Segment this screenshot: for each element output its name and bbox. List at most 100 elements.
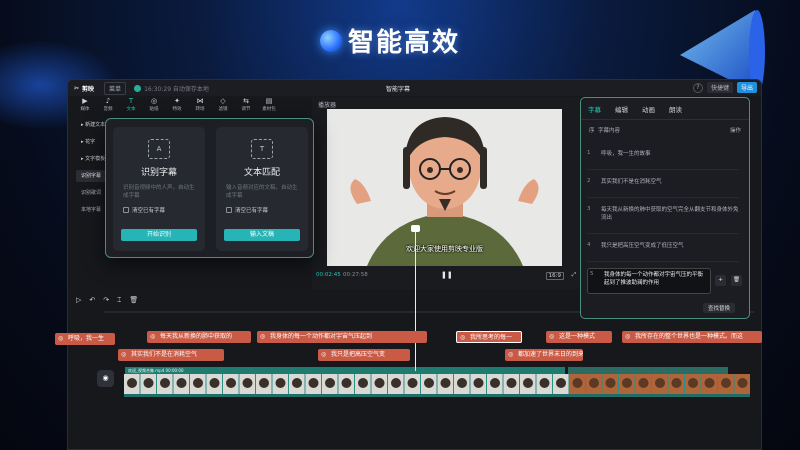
title-bar: ✂ 剪映 菜单 16:30:29 自动保存本地 智能字幕 ? 快捷键 导出 bbox=[68, 80, 761, 96]
menu-button[interactable]: 菜单 bbox=[104, 81, 127, 95]
content-header: 字幕内容 bbox=[598, 128, 621, 134]
redo-icon[interactable]: ↷ bbox=[103, 296, 109, 305]
thumbnail-face bbox=[176, 378, 187, 388]
tab-edit[interactable]: 编辑 bbox=[615, 104, 628, 114]
subtitle-chip[interactable]: 我只是把高压空气变 bbox=[318, 349, 410, 361]
thumbnail-face bbox=[638, 378, 649, 388]
timeline-toolbar: ▷ ↶ ↷ ⌶ 🗑 bbox=[76, 296, 138, 305]
input-script-button[interactable]: 输入文稿 bbox=[224, 229, 300, 241]
subtitle-row[interactable]: 1 呼吸，我一生的故事 bbox=[587, 150, 739, 170]
split-icon[interactable]: ⌶ bbox=[117, 296, 121, 305]
tab-subtitles[interactable]: 字幕 bbox=[588, 104, 601, 114]
card-description: 识别音视频中的人声，自动生成字幕 bbox=[123, 185, 195, 199]
thumbnail-face bbox=[275, 378, 286, 388]
clear-existing-checkbox[interactable]: 清空已有字幕 bbox=[123, 206, 205, 214]
material-pack-icon: ▤ bbox=[265, 97, 273, 105]
thumbnail-face bbox=[193, 378, 203, 388]
adjust-icon: ⇆ bbox=[243, 97, 249, 105]
subtitle-row[interactable]: 3 每天我从新换的肺中获取的空气完全从翻支节和身体外免流出 bbox=[587, 206, 739, 234]
row-text: 呼吸，我一生的故事 bbox=[601, 151, 651, 157]
app-name: 剪映 bbox=[82, 85, 95, 93]
checkbox-box[interactable] bbox=[123, 207, 129, 213]
subtitle-row[interactable]: 4 我只是把高压空气变成了低压空气 bbox=[587, 242, 739, 262]
document-title: 智能字幕 bbox=[386, 85, 411, 93]
select-tool-icon[interactable]: ▷ bbox=[76, 296, 81, 305]
audio-icon: ♪ bbox=[105, 97, 111, 105]
tab-animation[interactable]: 动画 bbox=[642, 104, 655, 114]
video-track-frames bbox=[124, 374, 750, 394]
video-subtitle: 欢迎大家使用剪映专业版 bbox=[406, 245, 483, 253]
subtitle-chip[interactable]: 其实我们不是在消耗空气 bbox=[118, 349, 224, 361]
playhead-handle[interactable] bbox=[411, 225, 420, 232]
thumbnail-face bbox=[572, 378, 583, 388]
subtitle-chip[interactable]: 都加速了世界末日的到来 bbox=[505, 349, 583, 361]
subtitle-chip[interactable]: 这是一种模式 bbox=[546, 331, 612, 343]
subtitle-list-header: 序 字幕内容 操作 bbox=[581, 120, 749, 140]
effects-icon: ✦ bbox=[174, 97, 180, 105]
subtitle-chip[interactable]: 我身体的每一个动作都对宇宙气压起到 bbox=[257, 331, 427, 343]
text-match-card: T 文本匹配 输入音频对应的文稿，自动生成字幕 清空已有字幕 输入文稿 bbox=[216, 127, 308, 251]
pause-icon[interactable]: ❚❚ bbox=[441, 271, 453, 279]
delete-icon[interactable]: 🗑 bbox=[129, 296, 138, 305]
thumbnail-face bbox=[391, 378, 401, 388]
media-icon: ▶ bbox=[82, 97, 88, 105]
subtitle-row[interactable]: 2 其实我们不是在消耗空气 bbox=[587, 178, 739, 198]
subtitle-panel-tabs: 字幕 编辑 动画 朗读 bbox=[581, 98, 749, 120]
tool-audio[interactable]: ♪ 音频 bbox=[99, 97, 117, 115]
col-ops: 操作 bbox=[729, 128, 741, 134]
tool-sticker[interactable]: ◎ 贴纸 bbox=[145, 97, 163, 115]
row-text: 其实我们不是在消耗空气 bbox=[601, 179, 662, 185]
tool-media[interactable]: ▶ 媒体 bbox=[76, 97, 94, 115]
card-title: 文本匹配 bbox=[243, 168, 280, 178]
aspect-ratio-button[interactable]: 16:9 bbox=[545, 272, 564, 280]
clear-existing-checkbox[interactable]: 清空已有字幕 bbox=[226, 206, 308, 214]
thumbnail-face bbox=[308, 378, 319, 388]
resource-toolbar: ▶ 媒体 ♪ 音频 T 文本 ◎ 贴纸 ✦ 特效 ⋈ 转场 ◇ 滤镜 ⇆ 调节 ▤ 素材包 bbox=[76, 97, 304, 115]
undo-icon[interactable]: ↶ bbox=[89, 296, 95, 305]
tool-label: 贴纸 bbox=[149, 107, 159, 112]
tool-label: 滤镜 bbox=[218, 107, 228, 112]
tool-material-pack[interactable]: ▤ 素材包 bbox=[260, 97, 278, 115]
cover-icon[interactable]: ◉ bbox=[97, 370, 114, 387]
thumbnail-strip bbox=[124, 374, 750, 394]
checkbox-label: 清空已有字幕 bbox=[132, 208, 166, 214]
find-replace-button[interactable]: 查找替换 bbox=[703, 303, 736, 313]
video-clip-label: 欢迎_视频合集.mp4 00:00:00 bbox=[125, 367, 565, 374]
video-preview[interactable]: 欢迎大家使用剪映专业版 bbox=[327, 109, 562, 266]
thumbnail-face bbox=[506, 378, 517, 388]
fullscreen-icon[interactable]: ⤢ bbox=[572, 272, 576, 279]
add-subtitle-icon[interactable]: + bbox=[715, 275, 726, 286]
thumbnail-face bbox=[143, 378, 154, 388]
subtitle-text-input[interactable]: 我身体的每一个动作都对宇宙气压的平衡起到了推波助澜的作用 bbox=[604, 271, 708, 291]
start-recognition-button[interactable]: 开始识别 bbox=[121, 229, 197, 241]
shortcut-button[interactable]: 快捷键 bbox=[706, 82, 733, 93]
subtitle-chip[interactable]: 我所存在的整个世界也是一种模式。而这 bbox=[622, 331, 762, 343]
current-timecode: 00:02:45 bbox=[316, 272, 341, 278]
subtitle-recognition-popover: A 识别字幕 识别音视频中的人声，自动生成字幕 清空已有字幕 开始识别 T 文本… bbox=[105, 118, 314, 258]
thumbnail-face bbox=[242, 378, 253, 388]
help-icon[interactable]: ? bbox=[692, 82, 703, 93]
playhead[interactable] bbox=[415, 228, 416, 371]
saved-check-icon bbox=[134, 84, 142, 92]
subtitle-row-editing[interactable]: 5 我身体的每一个动作都对宇宙气压的平衡起到了推波助澜的作用 bbox=[587, 268, 711, 294]
checkbox-box[interactable] bbox=[226, 207, 232, 213]
tab-read-aloud[interactable]: 朗读 bbox=[669, 104, 682, 114]
hero-title: 智能高效 bbox=[348, 28, 461, 58]
thumbnail-face bbox=[358, 378, 368, 388]
tool-label: 转场 bbox=[195, 107, 205, 112]
subtitle-chip-selected[interactable]: 我所思考的每一 bbox=[456, 331, 522, 343]
tool-transition[interactable]: ⋈ 转场 bbox=[191, 97, 209, 115]
tool-effects[interactable]: ✦ 特效 bbox=[168, 97, 186, 115]
tool-filter[interactable]: ◇ 滤镜 bbox=[214, 97, 232, 115]
subtitle-chip[interactable]: 每天我从新换的肺中获取的 bbox=[147, 331, 251, 343]
tool-label: 特效 bbox=[172, 107, 182, 112]
thumbnail-face bbox=[226, 378, 236, 388]
subtitle-chip[interactable]: 呼吸，我一生 bbox=[55, 333, 115, 345]
delete-subtitle-icon[interactable]: 🗑 bbox=[731, 275, 742, 286]
row-text: 每天我从新换的肺中获取的空气完全从翻支节和身体外免流出 bbox=[601, 207, 739, 221]
thumbnail-face bbox=[622, 378, 632, 388]
tool-text[interactable]: T 文本 bbox=[122, 97, 140, 115]
app-logo: ✂ 剪映 bbox=[74, 84, 94, 93]
export-button[interactable]: 导出 bbox=[736, 82, 757, 93]
tool-adjust[interactable]: ⇆ 调节 bbox=[237, 97, 255, 115]
